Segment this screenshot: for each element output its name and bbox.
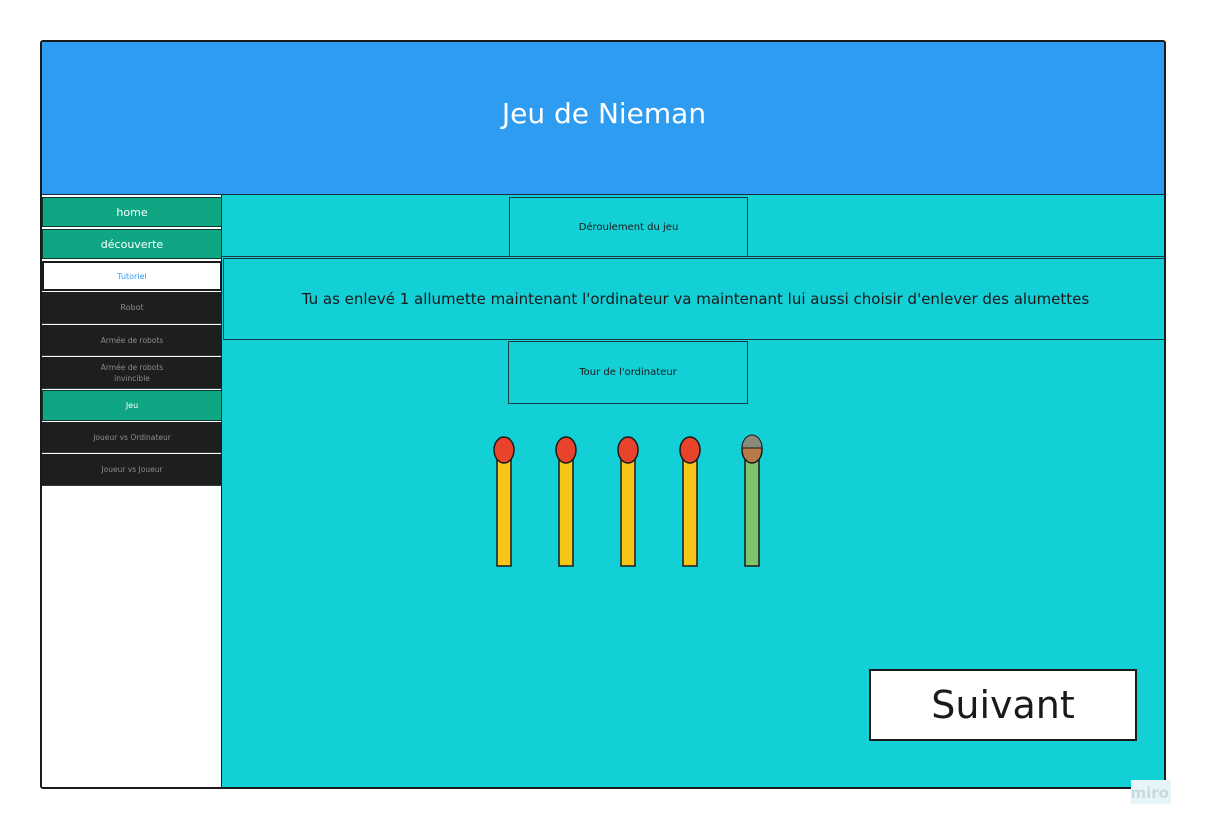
match-2[interactable] bbox=[555, 436, 577, 567]
next-button[interactable]: Suivant bbox=[869, 669, 1137, 741]
sidebar-item-jeu[interactable]: Jeu bbox=[42, 390, 222, 421]
match-4[interactable] bbox=[679, 436, 701, 567]
turn-indicator-box: Tour de l'ordinateur bbox=[508, 341, 748, 404]
sidebar-item-home[interactable]: home bbox=[42, 197, 222, 227]
sidebar-item-label: Armée de robots bbox=[100, 335, 164, 345]
next-button-label: Suivant bbox=[931, 683, 1075, 727]
sidebar-item-label: invincible bbox=[114, 373, 150, 383]
sidebar-item-robot[interactable]: Robot bbox=[42, 292, 222, 324]
sidebar-item-label: home bbox=[116, 205, 148, 219]
sidebar-item-label: Joueur vs Joueur bbox=[101, 465, 163, 474]
page-title: Jeu de Nieman bbox=[501, 97, 707, 130]
sidebar-item-label: Armée de robots bbox=[100, 362, 164, 372]
section-title-box: Déroulement du jeu bbox=[509, 197, 748, 257]
match-removed bbox=[741, 434, 763, 567]
sidebar-item-label: Robot bbox=[120, 303, 144, 312]
message-box: Tu as enlevé 1 allumette maintenant l'or… bbox=[223, 258, 1164, 340]
section-title: Déroulement du jeu bbox=[578, 221, 679, 233]
game-message: Tu as enlevé 1 allumette maintenant l'or… bbox=[301, 290, 1090, 308]
sidebar-item-label: Joueur vs Ordinateur bbox=[93, 432, 171, 442]
app-window: Jeu de Nieman home découverte Tutoriel R… bbox=[40, 40, 1166, 789]
sidebar-item-decouverte[interactable]: découverte bbox=[42, 229, 222, 259]
sidebar: home découverte Tutoriel Robot Armée de … bbox=[42, 195, 222, 787]
sidebar-item-armee-de-robots[interactable]: Armée de robots bbox=[42, 325, 222, 356]
sidebar-item-label: Tutoriel bbox=[117, 271, 147, 281]
match-1[interactable] bbox=[493, 436, 515, 567]
sidebar-item-label: découverte bbox=[100, 237, 164, 251]
sidebar-item-label: Jeu bbox=[125, 401, 139, 410]
sidebar-item-tutoriel[interactable]: Tutoriel bbox=[42, 261, 222, 291]
miro-watermark: miro bbox=[1131, 780, 1171, 804]
turn-indicator: Tour de l'ordinateur bbox=[579, 367, 677, 378]
match-3[interactable] bbox=[617, 436, 639, 567]
sidebar-item-joueur-vs-joueur[interactable]: Joueur vs Joueur bbox=[42, 454, 222, 486]
sidebar-item-armee-de-robots-invincible[interactable]: Armée de robots invincible bbox=[42, 357, 222, 389]
matches-area bbox=[493, 434, 763, 567]
header: Jeu de Nieman bbox=[42, 42, 1164, 195]
sidebar-item-joueur-vs-ordinateur[interactable]: Joueur vs Ordinateur bbox=[42, 422, 222, 453]
